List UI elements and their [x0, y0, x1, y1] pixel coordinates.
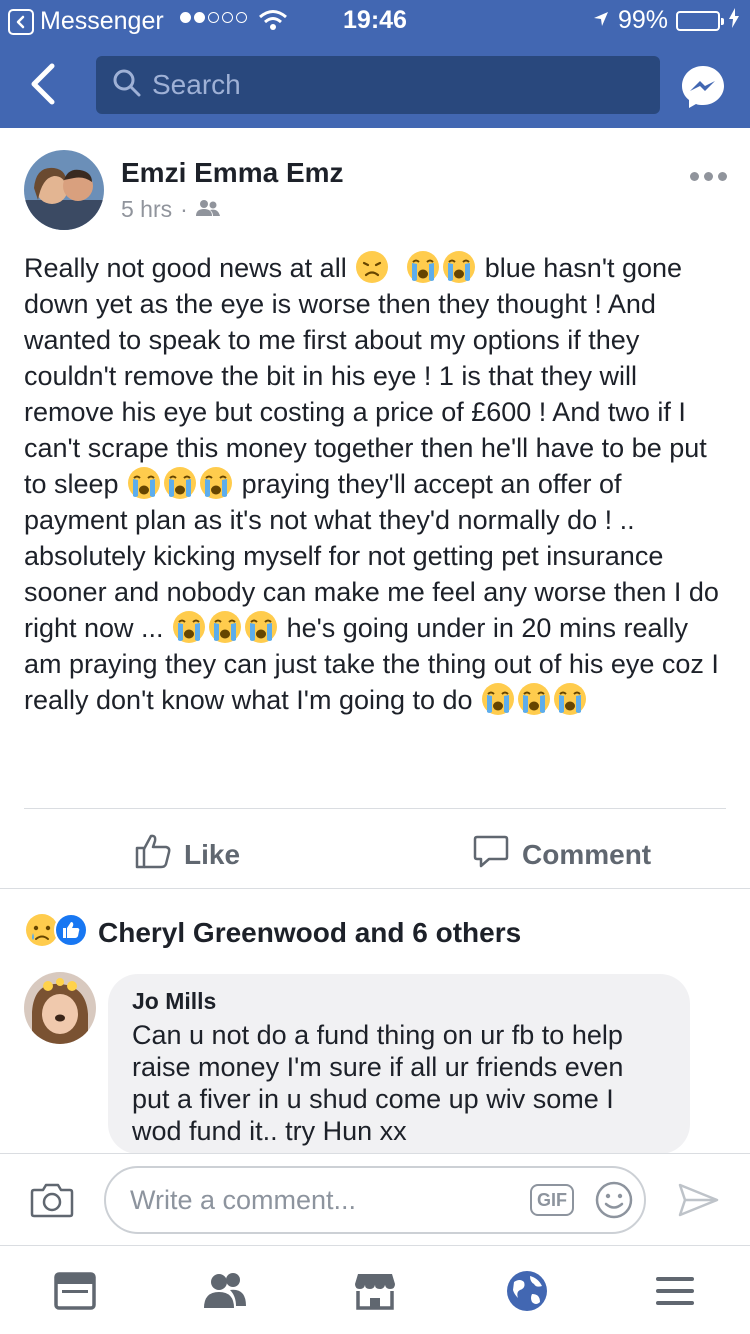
- send-icon[interactable]: [676, 1182, 720, 1223]
- comment-input[interactable]: Write a comment... GIF: [104, 1166, 646, 1234]
- comment-text: Can u not do a fund thing on ur fb to he…: [132, 1020, 624, 1146]
- search-input[interactable]: Search: [96, 56, 660, 114]
- gif-button[interactable]: GIF: [530, 1184, 574, 1216]
- comment-icon: [472, 832, 510, 877]
- meta-separator: ·: [180, 196, 188, 222]
- search-placeholder: Search: [152, 69, 241, 100]
- divider: [0, 888, 750, 889]
- post-meta: 5 hrs ·: [121, 196, 220, 223]
- comment-button[interactable]: Comment: [472, 832, 651, 877]
- post-time[interactable]: 5 hrs: [121, 196, 172, 223]
- commenter-name[interactable]: Jo Mills: [132, 988, 666, 1015]
- tab-notifications-globe[interactable]: [504, 1268, 550, 1314]
- post-author-name[interactable]: Emzi Emma Emz: [121, 157, 344, 189]
- friends-privacy-icon: [195, 196, 220, 223]
- post-header: Emzi Emma Emz 5 hrs ·: [0, 128, 750, 238]
- thumbs-up-icon: [134, 832, 172, 877]
- post-actions: Like Comment: [0, 812, 750, 888]
- crying-face-icon: [442, 250, 476, 284]
- tab-marketplace[interactable]: [352, 1268, 398, 1314]
- crying-face-icon: [199, 466, 233, 500]
- reactions-summary[interactable]: Cheryl Greenwood and 6 others: [24, 912, 521, 953]
- reactions-text: Cheryl Greenwood and 6 others: [98, 916, 522, 948]
- author-avatar[interactable]: [24, 150, 104, 230]
- messenger-icon[interactable]: [680, 64, 726, 110]
- location-icon: [592, 6, 610, 35]
- bottom-tab-bar: [0, 1245, 750, 1334]
- app-header: Messenger 19:46 99% Search: [0, 0, 750, 128]
- disappointed-face-icon: [355, 250, 389, 284]
- tab-friend-requests[interactable]: [202, 1268, 248, 1314]
- crying-face-icon: [172, 610, 206, 644]
- back-button[interactable]: [26, 62, 66, 106]
- post-body: Really not good news at all blue hasn't …: [24, 250, 724, 718]
- more-options-icon[interactable]: [690, 172, 727, 181]
- status-bar: Messenger 19:46 99%: [0, 0, 750, 40]
- divider: [24, 808, 726, 809]
- commenter-avatar[interactable]: [24, 972, 96, 1044]
- charging-icon: [728, 6, 740, 35]
- comment-composer: Write a comment... GIF: [0, 1153, 750, 1245]
- post-text-part: Really not good news at all: [24, 253, 355, 283]
- crying-face-icon: [163, 466, 197, 500]
- comment-bubble[interactable]: Jo Mills Can u not do a fund thing on ur…: [108, 974, 690, 1154]
- crying-face-icon: [208, 610, 242, 644]
- tab-news-feed[interactable]: [52, 1268, 98, 1314]
- like-label: Like: [184, 838, 241, 870]
- crying-face-icon: [481, 682, 515, 716]
- crying-face-icon: [127, 466, 161, 500]
- battery-icon: [676, 10, 724, 31]
- comment-placeholder: Write a comment...: [130, 1184, 357, 1215]
- crying-face-icon: [553, 682, 587, 716]
- comment-label: Comment: [522, 838, 652, 870]
- crying-face-icon: [406, 250, 440, 284]
- tab-menu[interactable]: [652, 1268, 698, 1314]
- camera-icon[interactable]: [30, 1182, 74, 1223]
- crying-face-icon: [517, 682, 551, 716]
- like-button[interactable]: Like: [134, 832, 240, 877]
- post-text-part: blue hasn't gone down yet as the eye is …: [24, 253, 707, 499]
- crying-face-icon: [244, 610, 278, 644]
- sticker-smiley-icon[interactable]: [594, 1180, 634, 1227]
- search-icon: [112, 68, 142, 103]
- like-reaction-icon: [54, 913, 88, 952]
- battery-percent: 99%: [617, 6, 668, 34]
